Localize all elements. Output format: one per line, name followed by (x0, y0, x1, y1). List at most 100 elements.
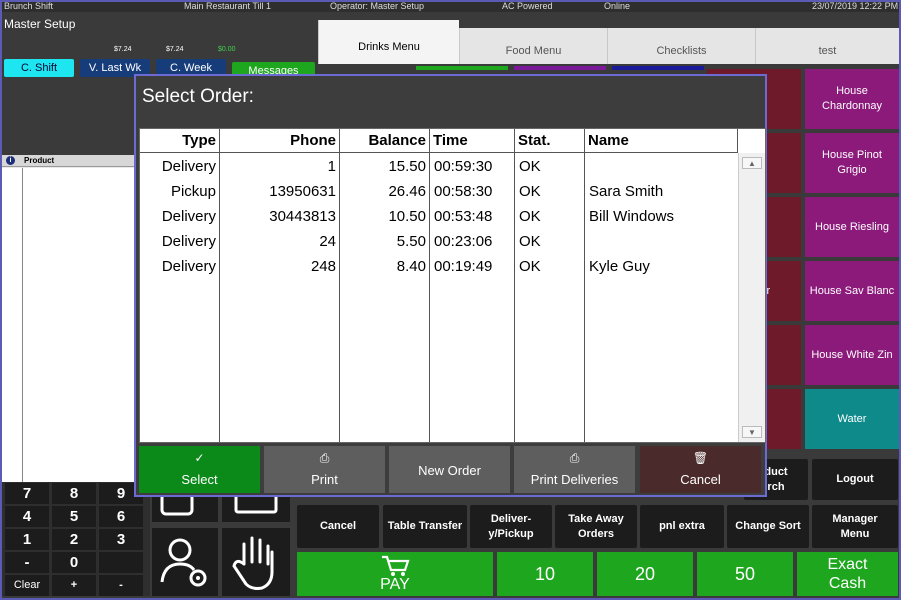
stat-value: $7.24 (114, 46, 132, 53)
stat-value: $0.00 (218, 46, 236, 53)
amount-20-button[interactable]: 20 (597, 552, 693, 596)
product-column-label: Product (24, 156, 55, 165)
column-type[interactable]: Type (140, 129, 220, 153)
cell-name: Kyle Guy (589, 258, 650, 275)
vertical-scrollbar[interactable]: ▲ ▼ (738, 153, 765, 442)
key-3[interactable]: 3 (99, 529, 143, 550)
column-phone[interactable]: Phone (220, 129, 340, 153)
amount-10-button[interactable]: 10 (497, 552, 593, 596)
product-list[interactable] (22, 168, 135, 506)
shift-label: Brunch Shift (4, 1, 54, 11)
key-blank[interactable] (99, 552, 143, 573)
print-button[interactable]: ⎙ Print (264, 446, 385, 493)
network-label: Online (604, 1, 631, 11)
product-tile-house-sav-blanc[interactable]: House Sav Blanc (805, 261, 899, 321)
change-sort-button[interactable]: Change Sort (727, 505, 809, 548)
delivery-pickup-button[interactable]: Deliver- y/Pickup (470, 505, 552, 548)
key-7[interactable]: 7 (5, 483, 49, 504)
category-tab[interactable] (514, 66, 606, 70)
cell-status: OK (519, 208, 541, 225)
column-status[interactable]: Stat. (515, 129, 585, 153)
cell-phone: 248 (310, 258, 336, 275)
cell-balance: 5.50 (396, 233, 426, 250)
key-0[interactable]: 0 (52, 552, 96, 573)
new-order-label: New Order (418, 463, 481, 478)
table-row[interactable]: Delivery 24 5.50 00:23:06 OK (140, 229, 738, 254)
hand-icon (232, 536, 274, 590)
key-clear[interactable]: Clear (5, 575, 49, 596)
product-tile-house-chardonnay[interactable]: House Chardonnay (805, 69, 899, 129)
cancel-order-button[interactable]: Cancel (297, 505, 379, 548)
power-label: AC Powered (502, 1, 553, 11)
category-tab[interactable] (416, 66, 508, 70)
table-row[interactable]: Delivery 248 8.40 00:19:49 OK Kyle Guy (140, 254, 738, 279)
keypad: 7 8 9 4 5 6 1 2 3 - 0 Clear + - (2, 482, 150, 596)
cell-status: OK (519, 233, 541, 250)
amount-50-button[interactable]: 50 (697, 552, 793, 596)
cell-status: OK (519, 258, 541, 275)
key-5[interactable]: 5 (52, 506, 96, 527)
order-info-block (2, 80, 135, 155)
key-8[interactable]: 8 (52, 483, 96, 504)
datetime-label: 23/07/2019 12:22 PM (812, 1, 899, 11)
operator-label: Operator: Master Setup (330, 1, 425, 11)
table-row[interactable]: Delivery 1 15.50 00:59:30 OK (140, 154, 738, 179)
print-label: Print (311, 472, 338, 487)
select-button[interactable]: ✓ Select (139, 446, 260, 493)
tab-checklists[interactable]: Checklists (607, 28, 755, 64)
cell-type: Pickup (170, 183, 216, 200)
pnl-extra-button[interactable]: pnl extra (640, 505, 724, 548)
product-tile-house-pinot-grigio[interactable]: House Pinot Grigio (805, 133, 899, 193)
key-1[interactable]: 1 (5, 529, 49, 550)
cancel-dialog-button[interactable]: 🗑 Cancel (640, 446, 761, 493)
tab-current-shift[interactable]: C. Shift (4, 59, 74, 77)
tab-food-menu[interactable]: Food Menu (459, 28, 607, 64)
new-order-button[interactable]: New Order (389, 446, 510, 493)
tab-drinks-menu[interactable]: Drinks Menu (318, 20, 459, 64)
page-title: Master Setup (4, 17, 76, 31)
print-deliveries-button[interactable]: ⎙ Print Deliveries (514, 446, 635, 493)
cell-balance: 10.50 (388, 208, 426, 225)
product-tile-house-riesling[interactable]: House Riesling (805, 197, 899, 257)
key-6[interactable]: 6 (99, 506, 143, 527)
column-time[interactable]: Time (430, 129, 515, 153)
key-plus[interactable]: + (52, 575, 96, 596)
tab-test[interactable]: test (755, 28, 899, 64)
product-tile-house-white-zin[interactable]: House White Zin (805, 325, 899, 385)
table-row[interactable]: Pickup 13950631 26.46 00:58:30 OK Sara Smith (140, 179, 738, 204)
left-header-panel: Master Setup $7.24 $7.24 $0.00 C. Shift … (0, 12, 318, 80)
product-tile-water[interactable]: Water (805, 389, 899, 449)
table-row[interactable]: Delivery 30443813 10.50 00:53:48 OK Bill Wind… (140, 204, 738, 229)
logout-button[interactable]: Logout (812, 459, 898, 500)
column-balance[interactable]: Balance (340, 129, 430, 153)
cell-time: 00:59:30 (434, 158, 493, 175)
exact-cash-button[interactable]: Exact Cash (797, 552, 898, 596)
cell-time: 00:19:49 (434, 258, 493, 275)
cell-status: OK (519, 183, 541, 200)
take-away-orders-button[interactable]: Take Away Orders (555, 505, 637, 548)
key-4[interactable]: 4 (5, 506, 49, 527)
dialog-title: Select Order: (142, 86, 254, 107)
table-transfer-button[interactable]: Table Transfer (383, 505, 467, 548)
stop-button[interactable] (222, 528, 290, 596)
manager-menu-button[interactable]: Manager Menu (812, 505, 898, 548)
scroll-down-arrow-icon[interactable]: ▼ (742, 426, 762, 438)
trash-icon: 🗑 (692, 451, 709, 465)
qty-column (2, 168, 22, 506)
cell-balance: 15.50 (388, 158, 426, 175)
category-tab[interactable] (612, 66, 704, 70)
cell-type: Delivery (161, 258, 216, 275)
cancel-label: Cancel (680, 472, 721, 487)
staff-settings-button[interactable] (152, 528, 218, 596)
cell-balance: 8.40 (396, 258, 426, 275)
column-name[interactable]: Name (585, 129, 738, 153)
key-2[interactable]: 2 (52, 529, 96, 550)
scroll-up-arrow-icon[interactable]: ▲ (742, 157, 762, 169)
user-gear-icon (160, 538, 207, 587)
key-minus-small[interactable]: - (99, 575, 143, 596)
cell-name: Bill Windows (589, 208, 675, 225)
pay-button[interactable]: PAY (297, 552, 493, 596)
cell-balance: 26.46 (388, 183, 426, 200)
printer-icon: ⎙ (319, 451, 330, 465)
key-minus[interactable]: - (5, 552, 49, 573)
